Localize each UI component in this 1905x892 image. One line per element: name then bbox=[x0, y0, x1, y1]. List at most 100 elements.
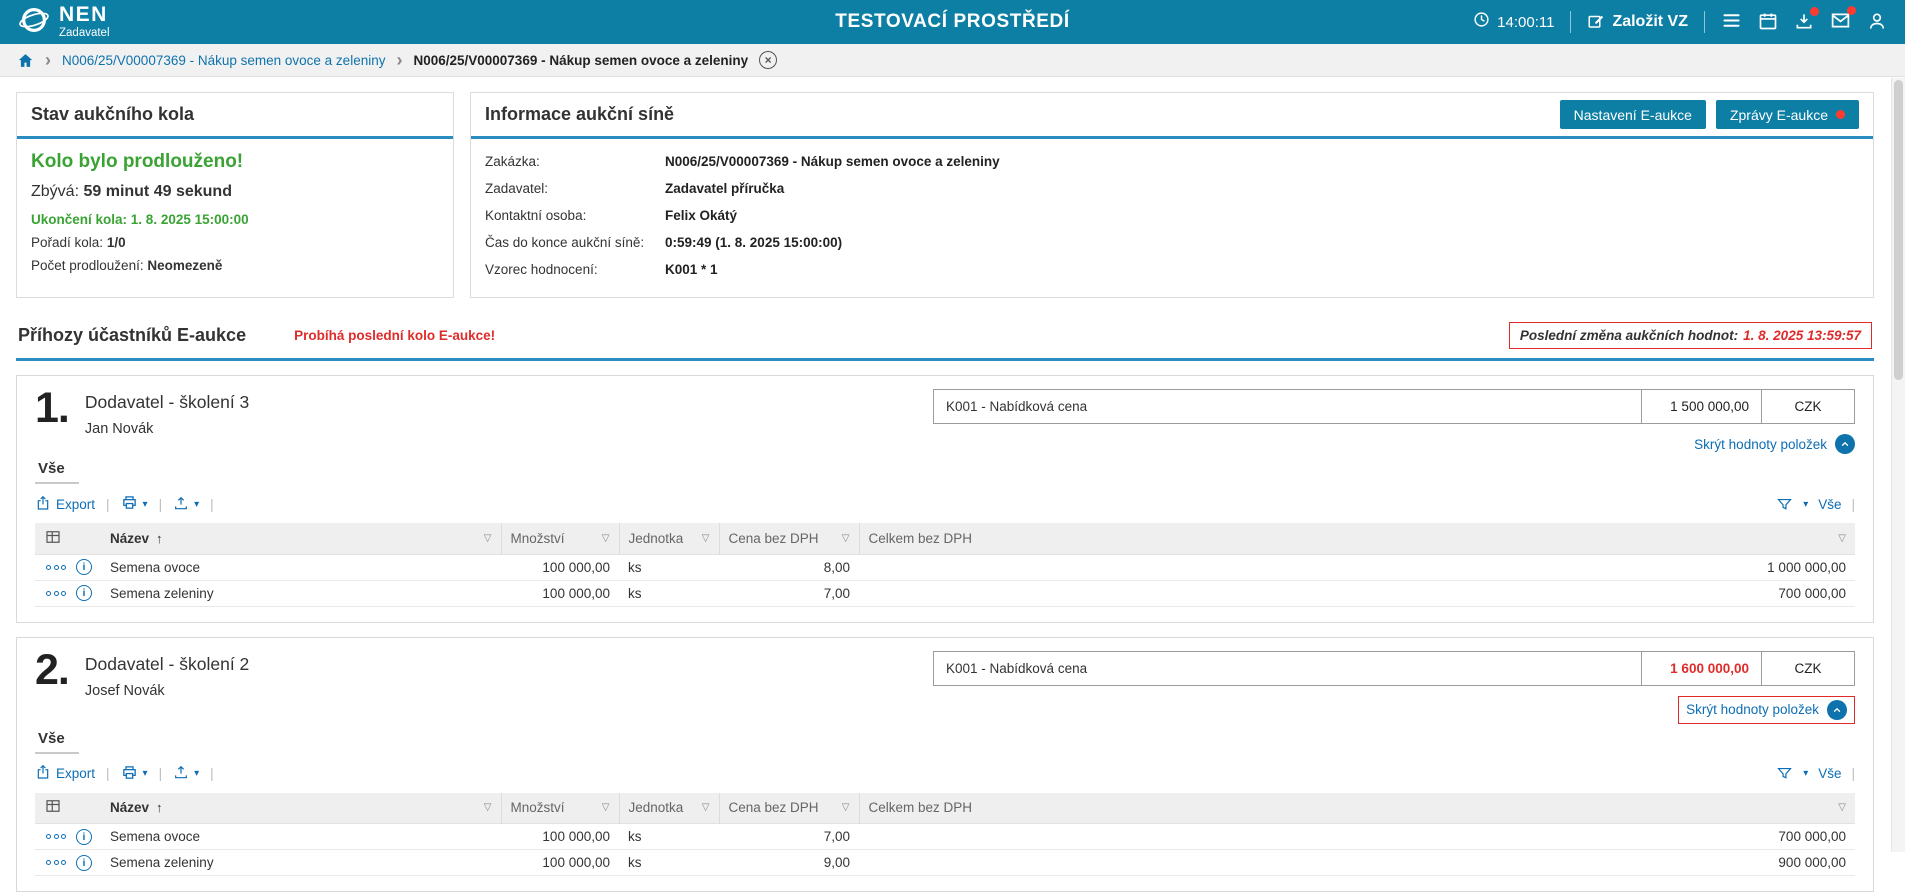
column-header-price[interactable]: Cena bez DPH bbox=[729, 531, 819, 546]
row-menu-icon[interactable] bbox=[46, 834, 66, 839]
unread-messages-indicator bbox=[1836, 110, 1845, 119]
hide-item-values-link[interactable]: Skrýt hodnoty položek bbox=[1694, 434, 1855, 454]
bid-currency: CZK bbox=[1762, 652, 1854, 685]
toolbar-divider: | bbox=[1851, 497, 1855, 512]
items-table: Název↑ ▽ Množství ▽ Jednotka ▽ Cena bez DPH… bbox=[35, 793, 1855, 877]
tab-all[interactable]: Vše bbox=[35, 458, 79, 484]
upload-icon bbox=[173, 764, 189, 783]
export-button[interactable]: Export bbox=[35, 764, 95, 783]
chevron-down-icon: ▾ bbox=[194, 499, 199, 510]
filter-all-link[interactable]: Vše bbox=[1818, 497, 1841, 512]
filter-icon[interactable]: ▽ bbox=[602, 533, 610, 544]
filter-funnel-icon[interactable] bbox=[1776, 765, 1793, 782]
round-end-line: Ukončení kola: 1. 8. 2025 15:00:00 bbox=[31, 212, 439, 227]
item-unit: ks bbox=[619, 850, 719, 876]
chevron-down-icon: ▾ bbox=[143, 768, 148, 779]
column-header-unit[interactable]: Jednotka bbox=[629, 531, 684, 546]
environment-title: TESTOVACÍ PROSTŘEDÍ bbox=[835, 11, 1070, 33]
item-price: 9,00 bbox=[719, 850, 859, 876]
chevron-down-icon[interactable]: ▾ bbox=[1803, 768, 1808, 779]
info-icon[interactable]: i bbox=[76, 829, 92, 845]
items-table-header-row: Název↑ ▽ Množství ▽ Jednotka ▽ Cena bez DPH… bbox=[35, 523, 1855, 554]
eauction-settings-button[interactable]: Nastavení E-aukce bbox=[1560, 100, 1706, 129]
info-row-evaluation-formula: Vzorec hodnocení:K001 * 1 bbox=[485, 256, 1859, 283]
item-row[interactable]: i Semena zeleniny 100 000,00 ks 9,00 900… bbox=[35, 850, 1855, 876]
filter-icon[interactable]: ▽ bbox=[842, 802, 850, 813]
filter-icon[interactable]: ▽ bbox=[1838, 533, 1846, 544]
time-remaining: Zbývá: 59 minut 49 sekund bbox=[31, 183, 439, 201]
filter-icon[interactable]: ▽ bbox=[702, 802, 710, 813]
auction-round-panel-title: Stav aukčního kola bbox=[31, 104, 194, 125]
filter-icon[interactable]: ▽ bbox=[842, 533, 850, 544]
chevron-down-icon[interactable]: ▾ bbox=[1803, 499, 1808, 510]
printer-icon bbox=[121, 494, 138, 514]
row-menu-icon[interactable] bbox=[46, 860, 66, 865]
filter-funnel-icon[interactable] bbox=[1776, 496, 1793, 513]
row-menu-icon[interactable] bbox=[46, 591, 66, 596]
hide-item-values-link[interactable]: Skrýt hodnoty položek bbox=[1678, 696, 1855, 724]
nen-home-link[interactable]: NEN Zadavatel bbox=[18, 4, 110, 41]
tab-all[interactable]: Vše bbox=[35, 728, 79, 754]
info-row-time-to-end: Čas do konce aukční síně:0:59:49 (1. 8. … bbox=[485, 229, 1859, 256]
eauction-messages-button[interactable]: Zprávy E-aukce bbox=[1716, 100, 1859, 129]
chevron-down-icon: ▾ bbox=[143, 499, 148, 510]
items-table: Název↑ ▽ Množství ▽ Jednotka ▽ Cena bez DPH… bbox=[35, 523, 1855, 607]
item-row[interactable]: i Semena ovoce 100 000,00 ks 8,00 1 000 … bbox=[35, 554, 1855, 580]
table-settings-icon[interactable] bbox=[44, 797, 62, 815]
filter-icon[interactable]: ▽ bbox=[702, 533, 710, 544]
column-header-price[interactable]: Cena bez DPH bbox=[729, 800, 819, 815]
bid-value: 1 600 000,00 bbox=[1642, 652, 1762, 685]
home-icon[interactable] bbox=[17, 52, 34, 69]
column-header-total[interactable]: Celkem bez DPH bbox=[869, 531, 973, 546]
export-button[interactable]: Export bbox=[35, 495, 95, 514]
upload-button[interactable]: ▾ bbox=[173, 764, 199, 783]
create-vz-button[interactable]: Založit VZ bbox=[1587, 12, 1688, 33]
info-icon[interactable]: i bbox=[76, 585, 92, 601]
toolbar-divider: | bbox=[1851, 766, 1855, 781]
info-row-contact-person: Kontaktní osoba:Felix Okátý bbox=[485, 202, 1859, 229]
column-header-qty[interactable]: Množství bbox=[511, 800, 565, 815]
breadcrumb-item-procurement[interactable]: N006/25/V00007369 - Nákup semen ovoce a … bbox=[62, 53, 385, 68]
item-total: 1 000 000,00 bbox=[859, 554, 1855, 580]
bids-section-title: Příhozy účastníků E-aukce bbox=[18, 325, 246, 346]
export-icon bbox=[35, 764, 51, 783]
participant-card-2: 2. Dodavatel - školení 2 Josef Novák K00… bbox=[16, 637, 1874, 892]
item-name: Semena zeleniny bbox=[101, 580, 501, 606]
row-menu-icon[interactable] bbox=[46, 565, 66, 570]
brand-role: Zadavatel bbox=[59, 28, 110, 40]
column-header-name[interactable]: Název↑ bbox=[110, 531, 163, 546]
print-button[interactable]: ▾ bbox=[121, 764, 148, 784]
table-settings-icon[interactable] bbox=[44, 528, 62, 546]
menu-button[interactable] bbox=[1721, 10, 1742, 34]
print-button[interactable]: ▾ bbox=[121, 494, 148, 514]
info-icon[interactable]: i bbox=[76, 559, 92, 575]
vertical-scrollbar[interactable] bbox=[1891, 78, 1905, 852]
scrollbar-thumb[interactable] bbox=[1894, 80, 1903, 380]
item-row[interactable]: i Semena zeleniny 100 000,00 ks 7,00 700… bbox=[35, 580, 1855, 606]
extensions-value: Neomezeně bbox=[147, 258, 222, 273]
column-header-qty[interactable]: Množství bbox=[511, 531, 565, 546]
mail-button[interactable] bbox=[1830, 10, 1851, 34]
filter-icon[interactable]: ▽ bbox=[602, 802, 610, 813]
upload-button[interactable]: ▾ bbox=[173, 495, 199, 514]
item-name: Semena zeleniny bbox=[101, 850, 501, 876]
downloads-button[interactable] bbox=[1794, 11, 1814, 34]
export-icon bbox=[35, 495, 51, 514]
close-tab-icon[interactable]: × bbox=[759, 51, 777, 69]
filter-icon[interactable]: ▽ bbox=[484, 802, 492, 813]
top-header: NEN Zadavatel TESTOVACÍ PROSTŘEDÍ 14:00:… bbox=[0, 0, 1905, 44]
item-row[interactable]: i Semena ovoce 100 000,00 ks 7,00 700 00… bbox=[35, 824, 1855, 850]
calendar-button[interactable] bbox=[1758, 11, 1778, 34]
column-header-unit[interactable]: Jednotka bbox=[629, 800, 684, 815]
column-header-name[interactable]: Název↑ bbox=[110, 800, 163, 815]
item-name: Semena ovoce bbox=[101, 824, 501, 850]
info-icon[interactable]: i bbox=[76, 855, 92, 871]
breadcrumb: › N006/25/V00007369 - Nákup semen ovoce … bbox=[0, 44, 1905, 77]
filter-icon[interactable]: ▽ bbox=[484, 533, 492, 544]
filter-icon[interactable]: ▽ bbox=[1838, 802, 1846, 813]
breadcrumb-item-current: N006/25/V00007369 - Nákup semen ovoce a … bbox=[413, 53, 748, 68]
profile-button[interactable] bbox=[1867, 11, 1887, 34]
column-header-total[interactable]: Celkem bez DPH bbox=[869, 800, 973, 815]
filter-all-link[interactable]: Vše bbox=[1818, 766, 1841, 781]
bids-section-header: Příhozy účastníků E-aukce Probíhá posled… bbox=[16, 322, 1874, 361]
